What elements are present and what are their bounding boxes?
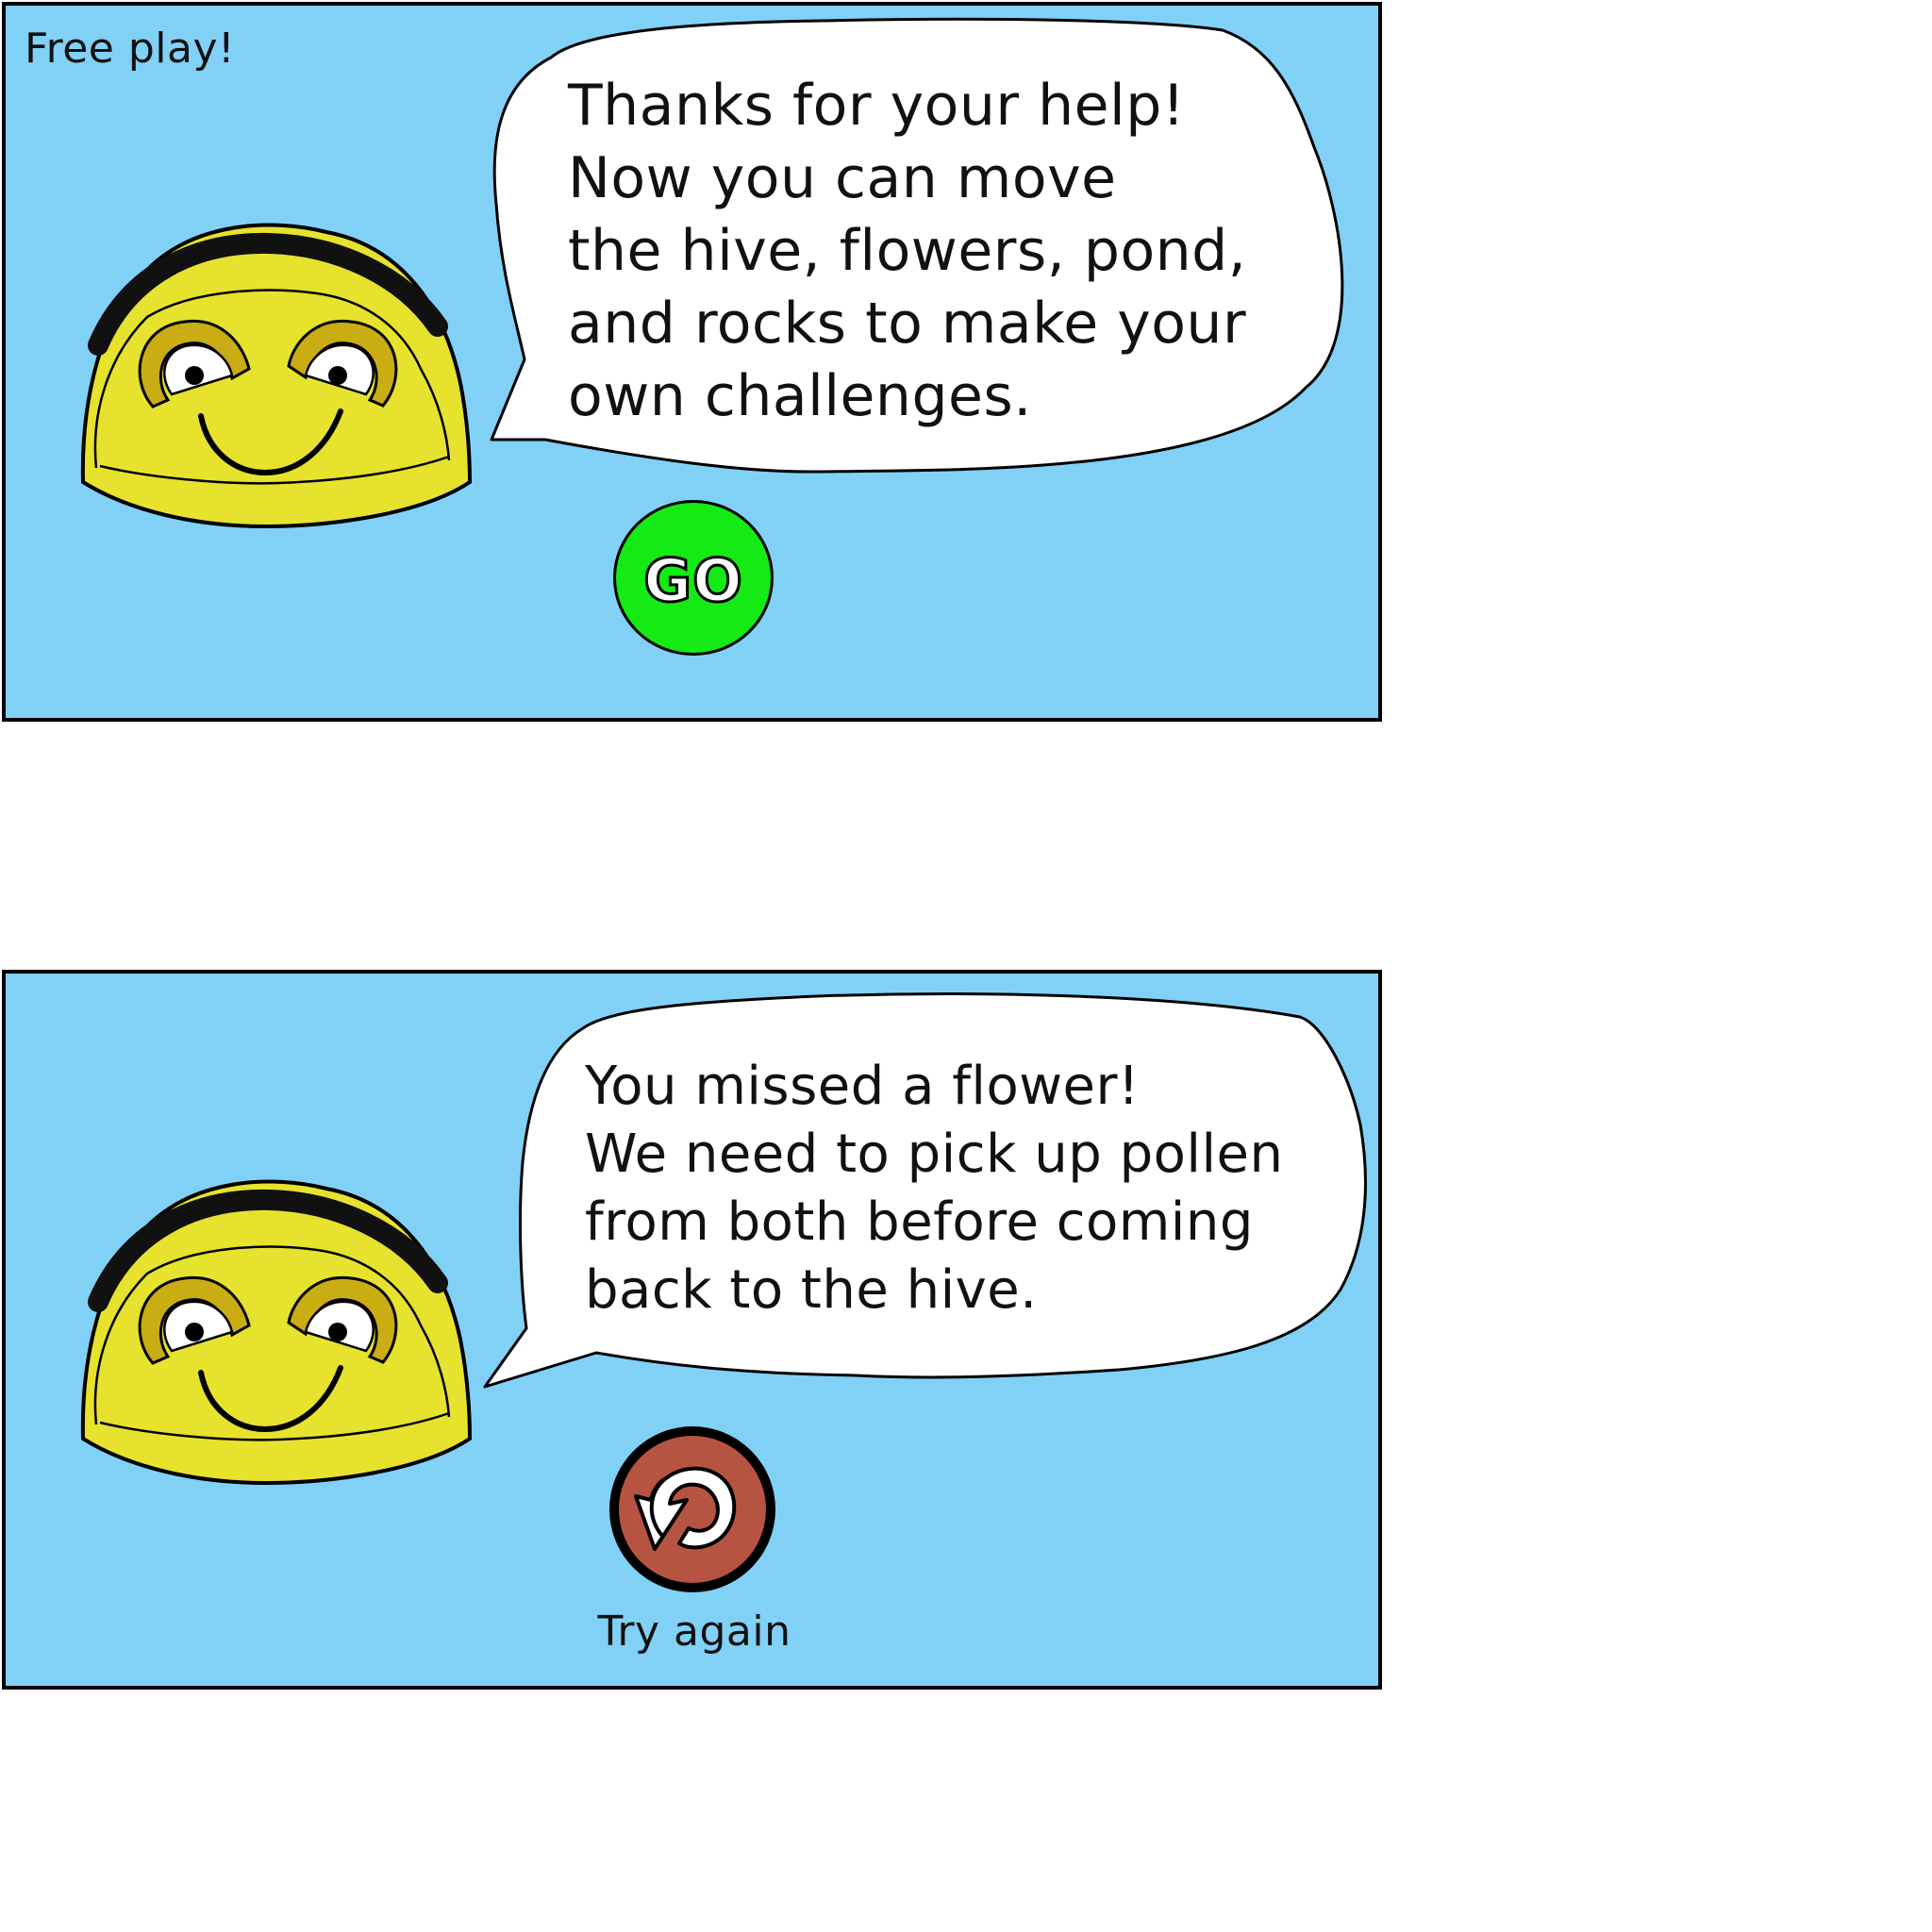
go-icon: GO: [642, 545, 744, 617]
bubble-line: You missed a flower!: [585, 1056, 1140, 1117]
bubble-line: own challenges.: [568, 363, 1032, 429]
free-play-label: Free play!: [25, 25, 236, 73]
bubble-line: Now you can move: [568, 145, 1117, 211]
free-play-panel: Free play! Thanks for your help! Now you…: [2, 2, 1382, 722]
bubble-line: and rocks to make your: [568, 291, 1247, 357]
bubble-line: Thanks for your help!: [568, 73, 1186, 139]
bubble-message: You missed a flower! We need to pick up …: [585, 1053, 1283, 1324]
bubble-line: from both before coming: [585, 1191, 1254, 1253]
bubble-line: back to the hive.: [585, 1259, 1038, 1321]
try-again-button[interactable]: [609, 1426, 775, 1592]
retry-arrow-icon: [613, 1430, 772, 1589]
bubble-line: We need to pick up pollen: [585, 1124, 1284, 1185]
bubble-message: Thanks for your help! Now you can move t…: [568, 70, 1246, 433]
bubble-line: the hive, flowers, pond,: [568, 218, 1247, 284]
missed-flower-panel: You missed a flower! We need to pick up …: [2, 970, 1382, 1690]
bee-bot-icon: [80, 1179, 473, 1486]
try-again-label: Try again: [597, 1607, 791, 1656]
bee-bot-icon: [80, 223, 473, 529]
go-button[interactable]: GO: [613, 500, 774, 656]
